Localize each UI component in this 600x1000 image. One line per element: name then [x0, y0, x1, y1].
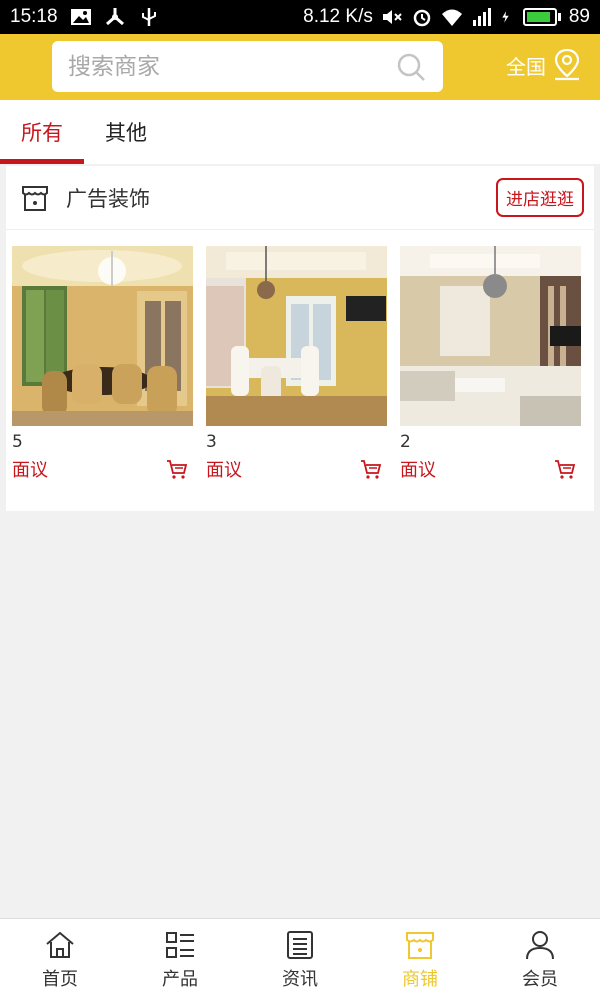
nav-home[interactable]: 首页: [0, 919, 120, 1000]
product-count: 2: [400, 432, 411, 452]
nav-member[interactable]: 会员: [480, 919, 600, 1000]
signal-icon: [472, 8, 491, 26]
product-list: 5 面议 3 面议 2 面议: [12, 246, 581, 482]
product-item[interactable]: 2 面议: [400, 246, 581, 482]
nav-member-label: 会员: [522, 968, 558, 990]
charging-icon: [502, 11, 509, 23]
bottom-nav: 首页 产品 资讯 商铺 会员: [0, 918, 600, 1000]
region-label: 全国: [506, 54, 546, 79]
shop-card: 广告装饰 进店逛逛 5 面议 3 面议 2 面议: [6, 166, 594, 511]
location-pin-icon: [554, 48, 580, 81]
share-notification-icon: [105, 8, 124, 26]
home-icon: [46, 931, 74, 958]
cart-icon[interactable]: [165, 457, 189, 481]
product-price: 面议: [400, 460, 436, 481]
usb-icon: [141, 8, 156, 26]
nav-stores-label: 商铺: [402, 968, 438, 990]
status-time: 15:18: [10, 6, 58, 27]
news-icon: [287, 930, 313, 959]
alarm-icon: [413, 9, 431, 27]
nav-home-label: 首页: [42, 968, 78, 990]
cart-icon[interactable]: [359, 457, 383, 481]
product-image-living-room-modern[interactable]: [400, 246, 581, 426]
visit-store-button[interactable]: 进店逛逛: [496, 178, 584, 217]
tab-other[interactable]: 其他: [84, 100, 168, 164]
list-icon: [166, 931, 194, 958]
product-item[interactable]: 3 面议: [206, 246, 387, 482]
search-box[interactable]: [52, 41, 443, 92]
nav-products-label: 产品: [162, 968, 198, 990]
battery-icon: [522, 8, 561, 26]
status-bar: 15:18 8.12 K/s 89: [0, 0, 600, 34]
search-input[interactable]: [68, 53, 395, 80]
store-icon: [406, 931, 434, 959]
product-item[interactable]: 5 面议: [12, 246, 193, 482]
network-speed: 8.12 K/s: [303, 6, 373, 27]
product-image-dining-room-chandelier[interactable]: [12, 246, 193, 426]
product-count: 5: [12, 432, 23, 452]
tab-all[interactable]: 所有: [0, 100, 84, 164]
region-selector[interactable]: 全国: [506, 48, 582, 82]
category-tabs: 所有 其他: [0, 100, 600, 164]
product-image-dining-room-floral[interactable]: [206, 246, 387, 426]
nav-news[interactable]: 资讯: [240, 919, 360, 1000]
image-notification-icon: [70, 9, 91, 25]
product-count: 3: [206, 432, 217, 452]
cart-icon[interactable]: [553, 457, 577, 481]
store-icon: [22, 185, 48, 211]
product-price: 面议: [206, 460, 242, 481]
battery-percent: 89: [568, 6, 590, 27]
header-bar: 全国: [0, 34, 600, 100]
search-icon[interactable]: [395, 51, 427, 83]
nav-news-label: 资讯: [282, 968, 318, 990]
shop-header: 广告装饰 进店逛逛: [6, 166, 594, 230]
shop-name: 广告装饰: [66, 186, 150, 211]
user-icon: [526, 930, 554, 959]
nav-products[interactable]: 产品: [120, 919, 240, 1000]
wifi-icon: [441, 9, 462, 26]
product-price: 面议: [12, 460, 48, 481]
mute-icon: [382, 10, 402, 24]
nav-stores[interactable]: 商铺: [360, 919, 480, 1000]
